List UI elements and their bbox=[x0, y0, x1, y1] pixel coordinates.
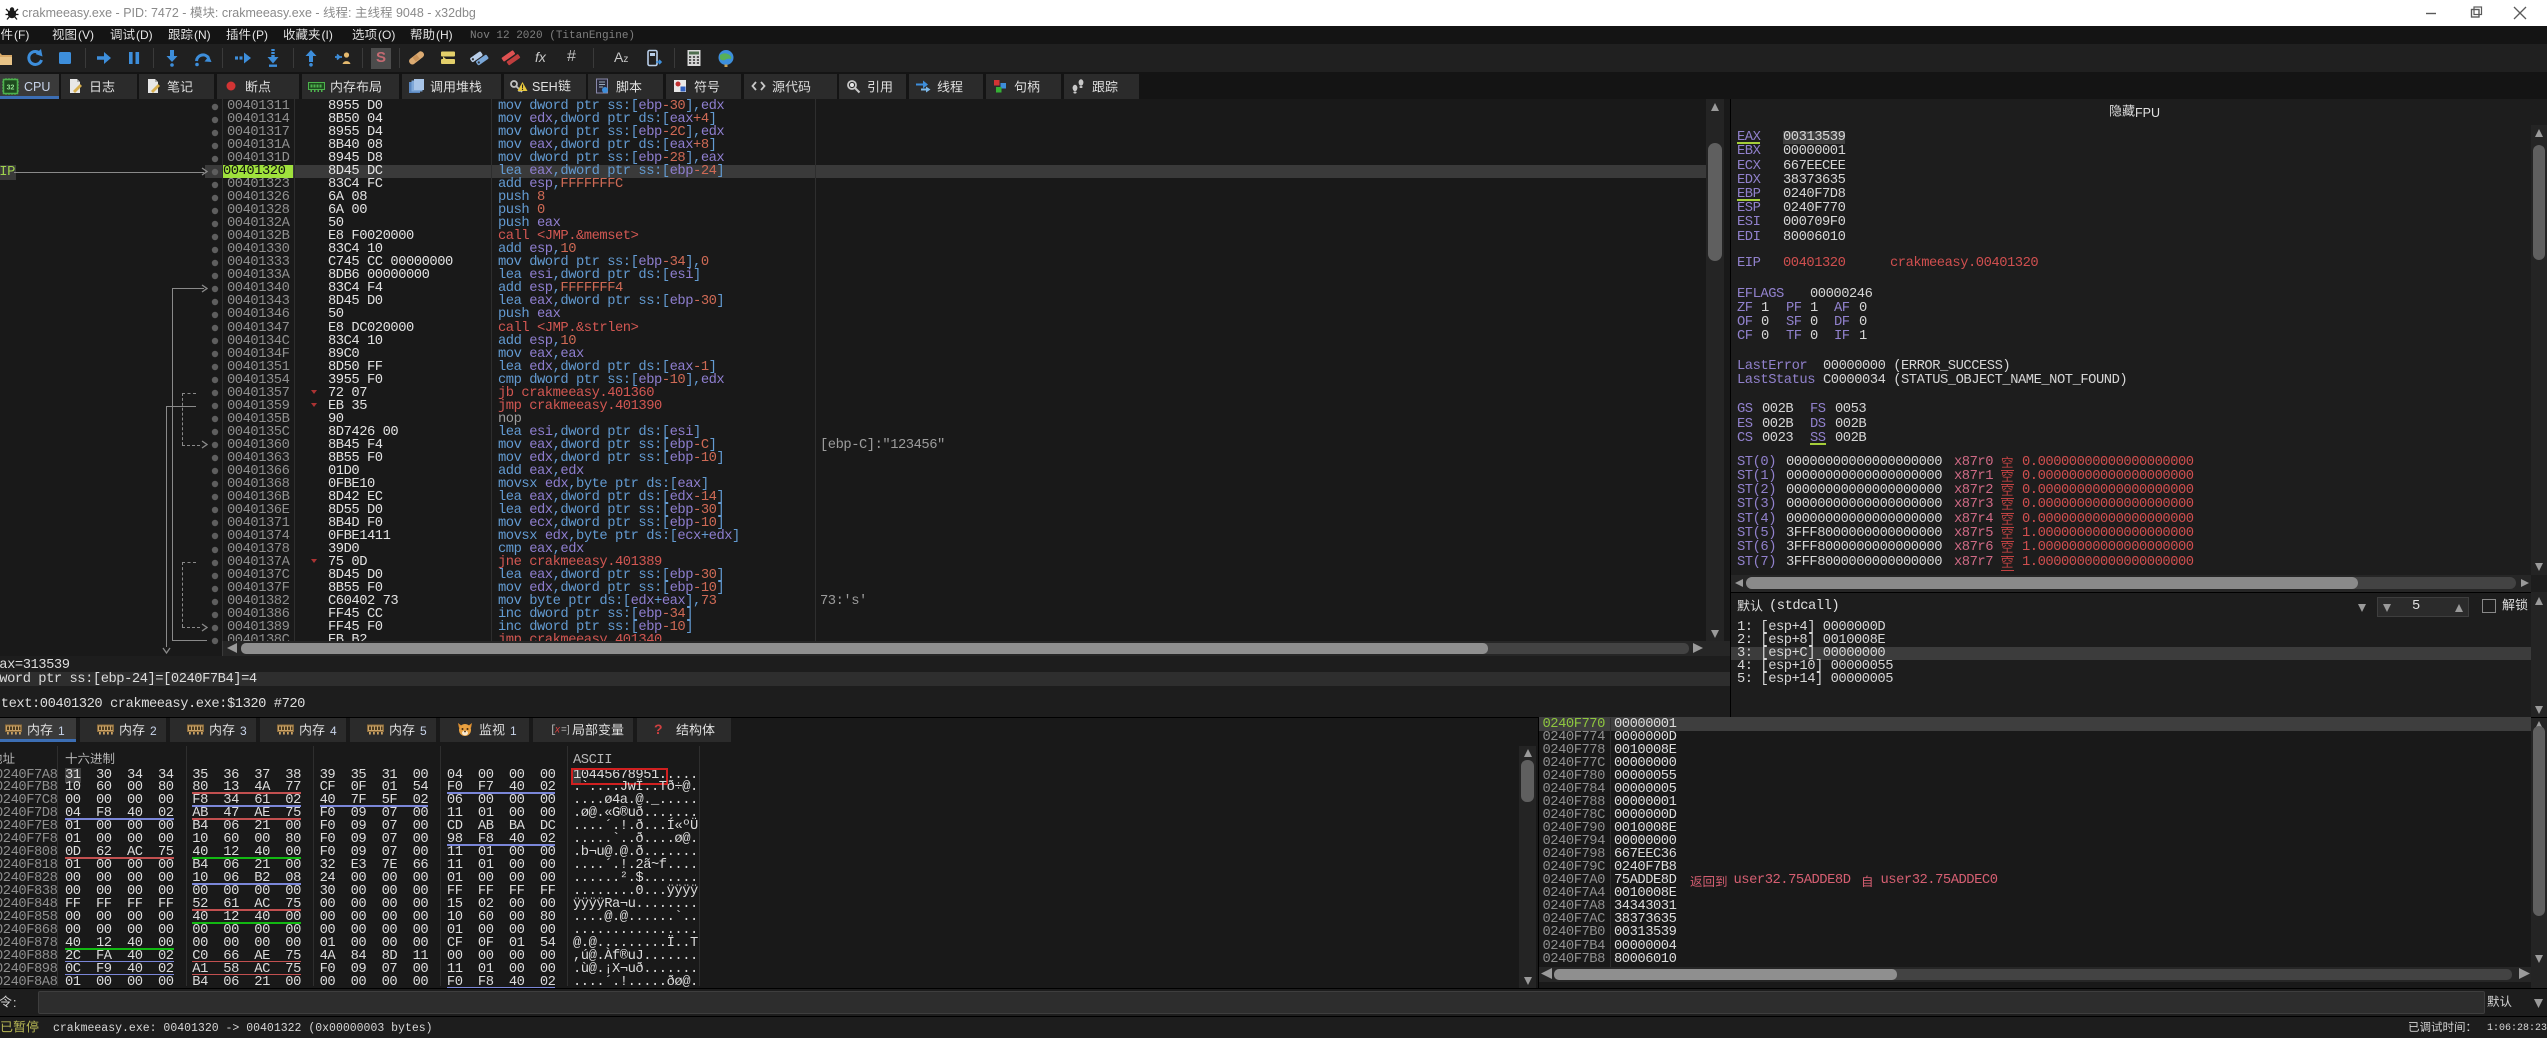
svg-text:?: ? bbox=[654, 722, 663, 737]
svg-text:x: x bbox=[554, 725, 561, 736]
svg-text:=]: =] bbox=[561, 725, 570, 736]
svg-text:32: 32 bbox=[7, 85, 15, 92]
svg-text:!: ! bbox=[520, 84, 525, 93]
